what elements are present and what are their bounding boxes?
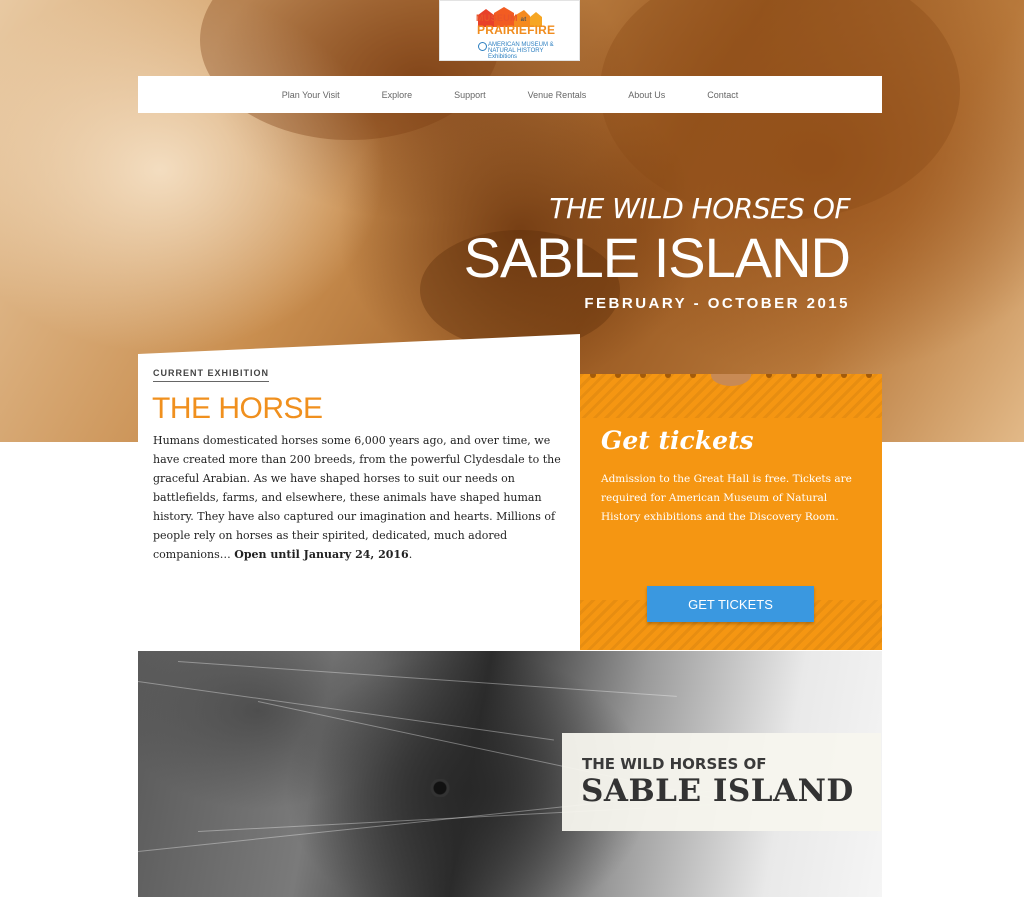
sable-island-banner[interactable]: THE WILD HORSES OF SABLE ISLAND	[138, 651, 882, 897]
hero-title: SABLE ISLAND	[463, 226, 851, 289]
banner-label: THE WILD HORSES OF SABLE ISLAND	[562, 733, 881, 831]
logo-line-museum: MUSEUM at	[476, 13, 527, 23]
exhibition-description: Humans domesticated horses some 6,000 ye…	[153, 434, 561, 561]
exhibition-label: CURRENT EXHIBITION	[153, 368, 270, 382]
horse-eye	[420, 779, 460, 797]
get-tickets-button[interactable]: GET TICKETS	[647, 586, 814, 622]
mane-strand	[138, 681, 554, 741]
logo-partner: AMERICAN MUSEUM & NATURAL HISTORY Exhibi…	[488, 42, 554, 60]
exhibition-title[interactable]: THE HORSE	[152, 392, 323, 426]
tickets-description: Admission to the Great Hall is free. Tic…	[601, 473, 852, 523]
nav-item-contact[interactable]: Contact	[686, 90, 759, 100]
hero-kicker: THE WILD HORSES OF	[549, 192, 850, 225]
logo-line-prairiefire: PRAIRIEFIRE	[477, 23, 556, 37]
tickets-panel: Get tickets Admission to the Great Hall …	[580, 374, 882, 650]
hero-title-block: THE WILD HORSES OF SABLE ISLAND FEBRUARY…	[463, 192, 851, 312]
amnh-icon	[478, 42, 487, 51]
nav-item-plan-your-visit[interactable]: Plan Your Visit	[261, 90, 361, 100]
main-nav: Plan Your Visit Explore Support Venue Re…	[138, 76, 882, 113]
hero-dates: FEBRUARY - OCTOBER 2015	[584, 295, 850, 312]
nav-item-explore[interactable]: Explore	[361, 90, 434, 100]
tickets-title: Get tickets	[601, 426, 754, 455]
banner-kicker: THE WILD HORSES OF	[582, 755, 767, 773]
exhibition-card: CURRENT EXHIBITION THE HORSE Humans dome…	[138, 334, 580, 650]
mane-strand	[177, 661, 677, 697]
nav-item-about-us[interactable]: About Us	[607, 90, 686, 100]
banner-title: SABLE ISLAND	[581, 773, 854, 809]
nav-item-support[interactable]: Support	[433, 90, 507, 100]
nav-item-venue-rentals[interactable]: Venue Rentals	[507, 90, 608, 100]
museum-logo[interactable]: MUSEUM at PRAIRIEFIRE AMERICAN MUSEUM & …	[439, 0, 580, 61]
exhibition-closing-date: Open until January 24, 2016	[234, 548, 409, 561]
